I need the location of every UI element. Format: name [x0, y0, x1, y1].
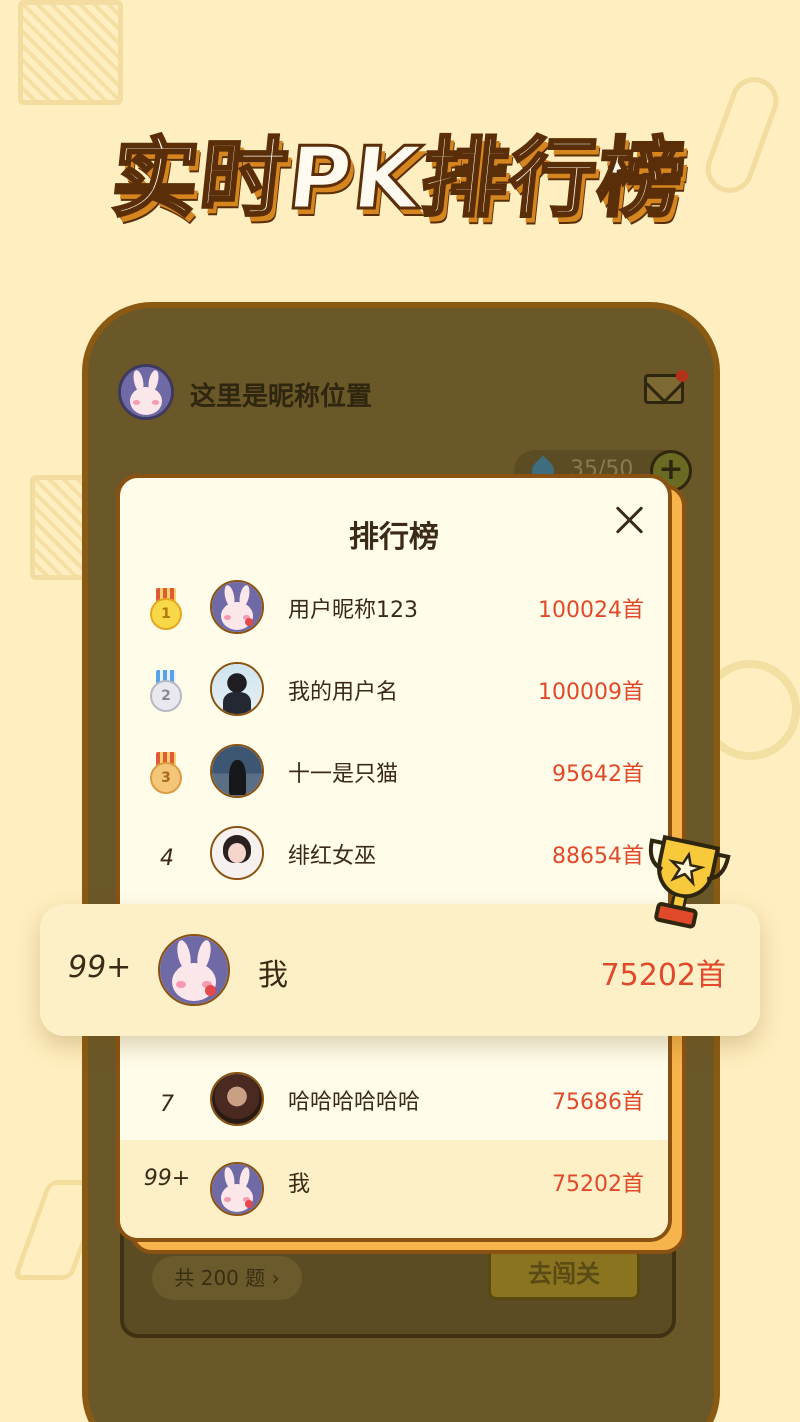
player-score: 100009首: [538, 680, 644, 705]
sea-photo-avatar[interactable]: [210, 744, 264, 798]
illustration-avatar[interactable]: [210, 826, 264, 880]
headline-title: 实时PK排行榜: [106, 128, 693, 231]
rank-number: 99+: [68, 950, 132, 985]
woman-photo-avatar[interactable]: [210, 662, 264, 716]
player-name: 哈哈哈哈哈哈: [288, 1090, 421, 1115]
leaderboard-row: 7 哈哈哈哈哈哈 75686首: [120, 1068, 668, 1150]
modal-title: 排行榜: [349, 520, 439, 555]
go-challenge-button[interactable]: 去闯关: [488, 1248, 640, 1300]
player-score: 100024首: [538, 598, 644, 623]
user-avatar[interactable]: [118, 364, 174, 420]
player-score: 95642首: [552, 762, 644, 787]
leaderboard-modal: 排行榜 1 用户昵称123 100024首 2 我的用户名 100009首 3 …: [116, 474, 672, 1242]
rabbit-avatar[interactable]: [210, 580, 264, 634]
player-name: 绯红女巫: [288, 844, 377, 869]
nickname-label: 这里是昵称位置: [190, 382, 373, 412]
portrait-avatar[interactable]: [210, 1072, 264, 1126]
my-rank-row: 99+ 我 75202首: [120, 1140, 668, 1238]
rabbit-avatar-icon: [121, 367, 171, 417]
leaderboard-row: 4 绯红女巫 88654首: [120, 822, 668, 904]
player-score: 75686首: [552, 1090, 644, 1115]
bg-doodle-square: [18, 0, 123, 105]
leaderboard-row: 3 十一是只猫 95642首: [120, 740, 668, 822]
close-icon[interactable]: [612, 502, 648, 538]
leaderboard-row: 1 用户昵称123 100024首: [120, 576, 668, 658]
gold-medal-icon: 1: [150, 588, 182, 630]
leaderboard-row: 2 我的用户名 100009首: [120, 658, 668, 740]
player-name: 我的用户名: [288, 680, 399, 705]
rabbit-avatar[interactable]: [158, 934, 230, 1006]
rank-number: 7: [160, 1092, 174, 1117]
player-name: 我: [288, 1172, 311, 1197]
player-name: 十一是只猫: [288, 762, 399, 787]
player-score: 75202首: [600, 958, 726, 993]
silver-medal-icon: 2: [150, 670, 182, 712]
player-name: 用户昵称123: [288, 598, 418, 623]
rank-number: 4: [160, 846, 174, 871]
player-name: 我: [258, 958, 288, 993]
bronze-medal-icon: 3: [150, 752, 182, 794]
rabbit-avatar[interactable]: [210, 1162, 264, 1216]
notification-dot: [676, 370, 688, 382]
total-questions-link[interactable]: 共 200 题 ›: [152, 1256, 302, 1300]
player-score: 75202首: [552, 1172, 644, 1197]
player-score: 88654首: [552, 844, 644, 869]
rank-number: 99+: [143, 1166, 191, 1191]
